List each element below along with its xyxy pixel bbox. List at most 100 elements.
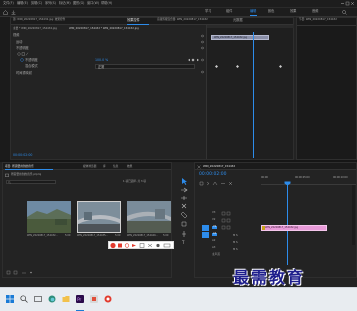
edge-browser-icon[interactable] [48,295,56,303]
ec-playhead[interactable] [253,32,254,158]
project-folder-icon [5,173,9,177]
effect-controls-tabs: 源: WIN_20220817_154432.jpg: 效果控件 效果控件 音频… [11,18,293,25]
left-dock-strip [0,17,10,160]
project-footer-icons[interactable] [6,270,46,275]
project-tabs: 项目: 所需要用到的音乐 媒体浏览器 库 信息 效果 [3,163,171,170]
svg-text:M S: M S [233,233,238,237]
tab-project[interactable]: 项目: 所需要用到的音乐 [5,165,34,168]
menu-clip[interactable]: 剪辑(C) [31,1,42,5]
file-explorer-icon[interactable] [62,295,70,303]
import-icon[interactable] [11,10,16,15]
search-icon[interactable] [342,10,347,15]
watermark-logo-text: 最需教育 [233,268,306,287]
track-toggle-icons[interactable]: M S M S M S [221,211,257,259]
track-label: A2 [212,239,216,242]
workspace-color[interactable]: 颜色 [268,9,274,13]
svg-text:M S: M S [233,247,238,251]
timeline-clip[interactable]: WIN_20220817_154432.jpg [261,225,327,231]
workspace-effects[interactable]: 效果 [290,9,296,13]
clip-thumbnail [127,201,171,233]
workspace-learn[interactable]: 学习 [205,9,211,13]
project-item-name[interactable]: WIN_20220817_154432... [27,234,58,237]
track-label: 主声道 [212,253,220,256]
timeline-panel: WIN_20220817_154432 00:00:02:00 00:00 00… [194,162,357,278]
project-item-selected[interactable] [77,201,121,233]
tab-media-browser[interactable]: 媒体浏览器 [83,165,96,168]
windows-start-icon[interactable] [6,295,14,303]
tab-audio-mixer[interactable]: 音频剪辑混合器: WIN_20220817_154432 [157,18,208,22]
keyframe-diamond[interactable] [279,65,282,68]
project-file-path: 所需要用到的音乐.prproj [11,172,42,176]
recorder-controls-icon[interactable] [109,242,175,250]
workspace-assembly[interactable]: 组件 [226,9,232,13]
workspace-audio[interactable]: 音频 [312,9,318,13]
premiere-pro-icon[interactable]: Pr [76,295,84,303]
tab-source[interactable]: 源: WIN_20220817_154432.jpg: 效果控件 [13,18,65,22]
timeline-scrollbar[interactable] [352,185,355,245]
effect-row-blend-mode[interactable]: 混合模式 [25,64,38,68]
home-icon[interactable] [3,10,8,15]
tab-effect-controls[interactable]: 效果控件 [127,18,140,22]
opacity-value[interactable]: 100.0 % [95,58,108,62]
close-icon[interactable] [197,165,201,169]
ec-timecode[interactable]: 00:00:02:00 [13,153,32,157]
search-icon[interactable] [20,295,28,303]
active-tab-underline [127,24,149,25]
window-controls [340,1,355,6]
project-item[interactable] [27,201,71,233]
blend-mode-select[interactable]: 正常 [95,64,195,69]
program-monitor-title[interactable]: 节目: WIN_20220817_154432 [299,18,337,22]
workspace-bar: 学习 组件 编辑 颜色 效果 音频 [0,8,357,17]
tool-icons[interactable]: T [178,176,190,246]
keyframe-nav-icon[interactable] [187,58,201,62]
program-divider [297,25,356,26]
effect-row-motion[interactable]: 运动 [16,40,22,44]
tab-sequence[interactable]: WIN_20220817_154432 [203,165,235,168]
effect-controls-timeline[interactable]: WIN_20220817_154432.jpg [206,25,294,159]
recorder-app-icon[interactable] [104,295,112,303]
project-item-duration: 5:00 [65,234,71,237]
source-patch-a1[interactable] [202,232,209,238]
timeline-clip-label: WIN_20220817_154432.jpg [265,226,299,229]
tab-metadata[interactable]: 元数据 [233,18,243,22]
keyframe-diamond[interactable] [236,65,239,68]
task-view-icon[interactable] [34,295,42,303]
search-icon [8,181,11,185]
menu-file[interactable]: 文件(F) [3,1,14,5]
menu-window[interactable]: 窗口(W) [87,1,99,5]
track-label: V3 [212,211,216,214]
reset-icons[interactable] [201,34,204,76]
project-item[interactable] [127,201,171,233]
tab-info[interactable]: 信息 [113,165,118,168]
menu-edit[interactable]: 编辑(E) [17,1,28,5]
project-item-name[interactable]: WIN_20220817_154440... [127,234,158,237]
ec-clip-bar[interactable]: WIN_20220817_154432.jpg [211,35,269,40]
effect-row-time-remap[interactable]: 时间重映射 [16,71,32,75]
active-workspace-underline [250,15,257,16]
timeline-tabs: WIN_20220817_154432 [195,163,356,170]
app-icon[interactable] [90,295,98,303]
project-search-input[interactable] [6,180,56,185]
timeline-ruler[interactable]: 00:00 00:00:05:00 00:00:10:00 [261,176,356,185]
workspace-editing[interactable]: 编辑 [250,9,256,13]
project-item-name[interactable]: WIN_20220817_154435... [77,234,108,237]
effect-row-opacity-value-label[interactable]: 不透明度 [25,58,38,62]
menu-sequence[interactable]: 序列(S) [45,1,56,5]
timeline-toolbar-icons[interactable] [199,181,239,186]
screen-recorder-toolbar[interactable] [108,241,174,249]
menu-graphics[interactable]: 图形(G) [73,1,84,5]
playhead-marker-icon[interactable] [284,181,291,186]
timeline-timecode[interactable]: 00:00:02:00 [199,172,226,178]
menu-bar: 文件(F) 编辑(E) 剪辑(C) 序列(S) 标记(M) 图形(G) 窗口(W… [0,0,357,8]
clip-thumbnail [78,202,120,232]
menu-help[interactable]: 帮助(H) [101,1,112,5]
svg-text:M S: M S [233,240,238,244]
mask-tools-icon[interactable] [17,52,29,56]
menu-marker[interactable]: 标记(M) [59,1,71,5]
source-patch-v1[interactable] [202,225,209,231]
stopwatch-icon[interactable] [20,58,24,62]
tab-libraries[interactable]: 库 [103,165,106,168]
keyframe-diamond[interactable] [215,65,218,68]
tab-effects[interactable]: 效果 [127,165,132,168]
effect-row-opacity[interactable]: 不透明度 [16,46,29,50]
